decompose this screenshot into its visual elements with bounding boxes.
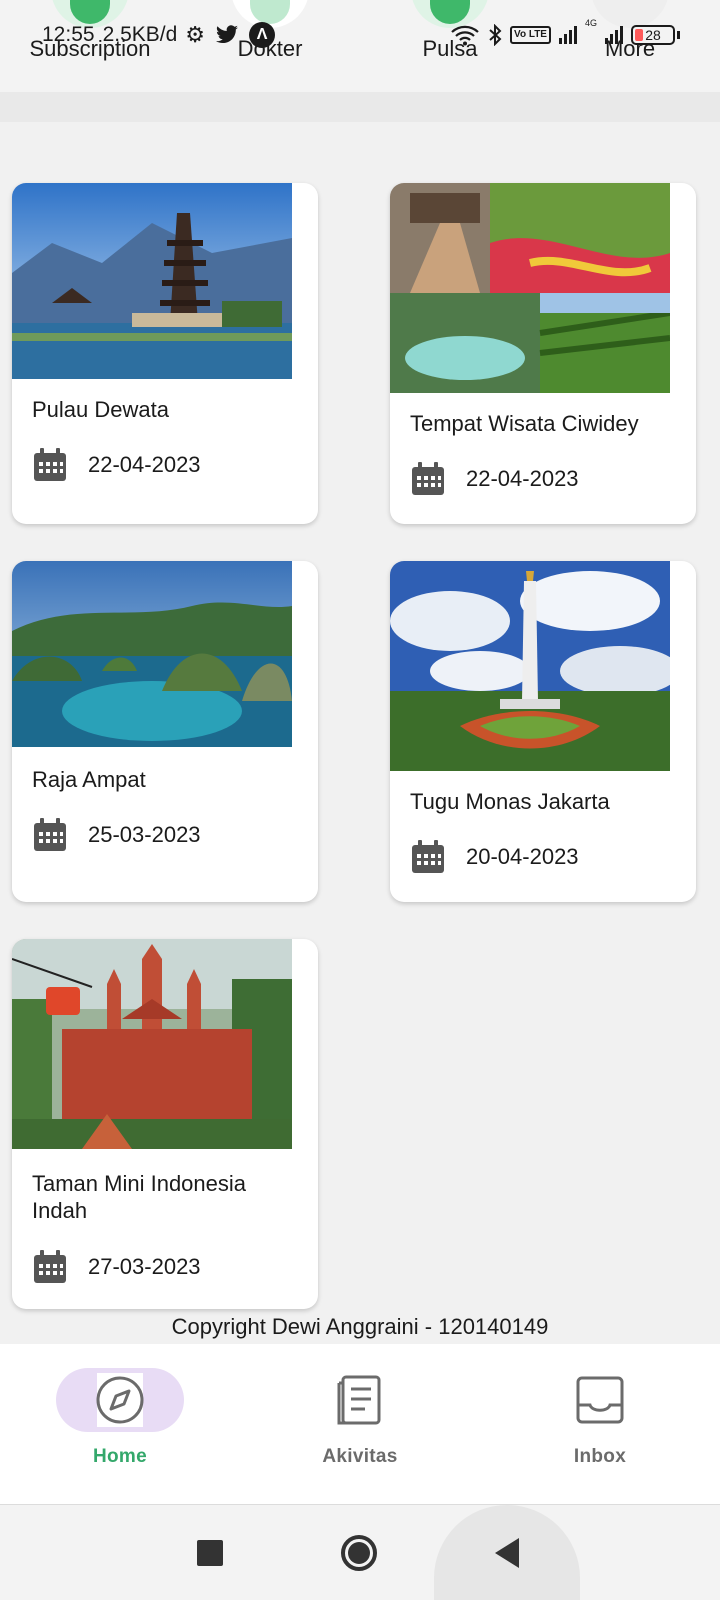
card-date: 25-03-2023	[88, 822, 201, 847]
activity-list-icon	[337, 1375, 381, 1425]
square-icon	[197, 1539, 223, 1566]
back-triangle-icon	[495, 1537, 519, 1568]
bali-temple-photo	[12, 183, 292, 379]
circle-icon	[341, 1534, 377, 1571]
calendar-icon	[412, 840, 444, 873]
card-title: Raja Ampat	[32, 767, 146, 792]
bluetooth-icon	[489, 24, 502, 46]
network-type: 4G	[584, 18, 597, 28]
card-date: 27-03-2023	[88, 1254, 201, 1279]
nav-inbox[interactable]: Inbox	[500, 1368, 700, 1468]
tmii-photo	[12, 939, 292, 1149]
back-button[interactable]	[434, 1505, 580, 1600]
status-time: 12:55	[42, 23, 95, 46]
ciwidey-collage-photo	[390, 183, 670, 393]
card-title: Taman Mini Indonesia Indah	[32, 1171, 247, 1223]
wifi-icon	[451, 25, 479, 46]
signal-icon	[558, 26, 577, 44]
section-divider	[0, 92, 720, 122]
nav-label: Home	[93, 1446, 147, 1467]
status-bar: 12:55 2.5KB/d ⚙ Λ Vo LTE 4G 28	[42, 18, 680, 48]
top-area: Subscription Dokter Pulsa More 12:55 2.5…	[0, 0, 720, 92]
monas-photo	[390, 561, 670, 771]
volte-badge: Vo LTE	[510, 26, 551, 44]
home-button[interactable]	[286, 1505, 432, 1600]
nav-home[interactable]: Home	[20, 1368, 220, 1468]
battery-tip	[677, 31, 680, 39]
status-net-speed: 2.5KB/d	[102, 23, 178, 46]
twitter-icon	[216, 25, 239, 44]
nav-pill	[536, 1368, 664, 1432]
card-title: Tempat Wisata Ciwidey	[410, 411, 639, 436]
copyright-text: Copyright Dewi Anggraini - 120140149	[171, 1314, 549, 1339]
destination-card[interactable]: Tugu Monas Jakarta 20-04-2023	[390, 561, 696, 902]
card-date: 22-04-2023	[88, 452, 201, 477]
nav-pill	[56, 1368, 184, 1432]
calendar-icon	[412, 462, 444, 495]
card-title: Pulau Dewata	[32, 397, 169, 422]
inbox-icon	[576, 1376, 624, 1424]
signal-icon-2	[605, 26, 623, 44]
nav-label: Akivitas	[322, 1446, 398, 1467]
gear-icon: ⚙	[185, 22, 206, 47]
nav-akivitas[interactable]: Akivitas	[260, 1368, 460, 1468]
card-date: 20-04-2023	[466, 844, 579, 869]
recent-apps-button[interactable]	[137, 1505, 283, 1600]
destination-card[interactable]: Raja Ampat 25-03-2023	[12, 561, 318, 902]
destination-card[interactable]: Tempat Wisata Ciwidey 22-04-2023	[390, 183, 696, 524]
date-row: 22-04-2023	[410, 460, 579, 498]
calendar-icon	[34, 1250, 66, 1283]
card-title: Tugu Monas Jakarta	[410, 789, 610, 814]
nav-label: Inbox	[573, 1446, 627, 1467]
date-row: 27-03-2023	[32, 1248, 201, 1286]
nav-pill	[296, 1368, 424, 1432]
calendar-icon	[34, 818, 66, 851]
calendar-icon	[34, 448, 66, 481]
battery-level: 28	[645, 27, 661, 43]
date-row: 22-04-2023	[32, 446, 201, 484]
destination-card[interactable]: Pulau Dewata 22-04-2023	[12, 183, 318, 524]
bottom-navigation: Home Akivitas Inbox	[0, 1344, 720, 1505]
card-date: 22-04-2023	[466, 466, 579, 491]
raja-ampat-photo	[12, 561, 292, 747]
system-navigation-bar	[0, 1505, 720, 1600]
app-a-icon: Λ	[249, 22, 276, 48]
date-row: 25-03-2023	[32, 816, 201, 854]
date-row: 20-04-2023	[410, 838, 579, 876]
battery-icon: 28	[631, 25, 675, 45]
compass-icon	[96, 1373, 144, 1427]
destination-card[interactable]: Taman Mini Indonesia Indah 27-03-2023	[12, 939, 318, 1309]
